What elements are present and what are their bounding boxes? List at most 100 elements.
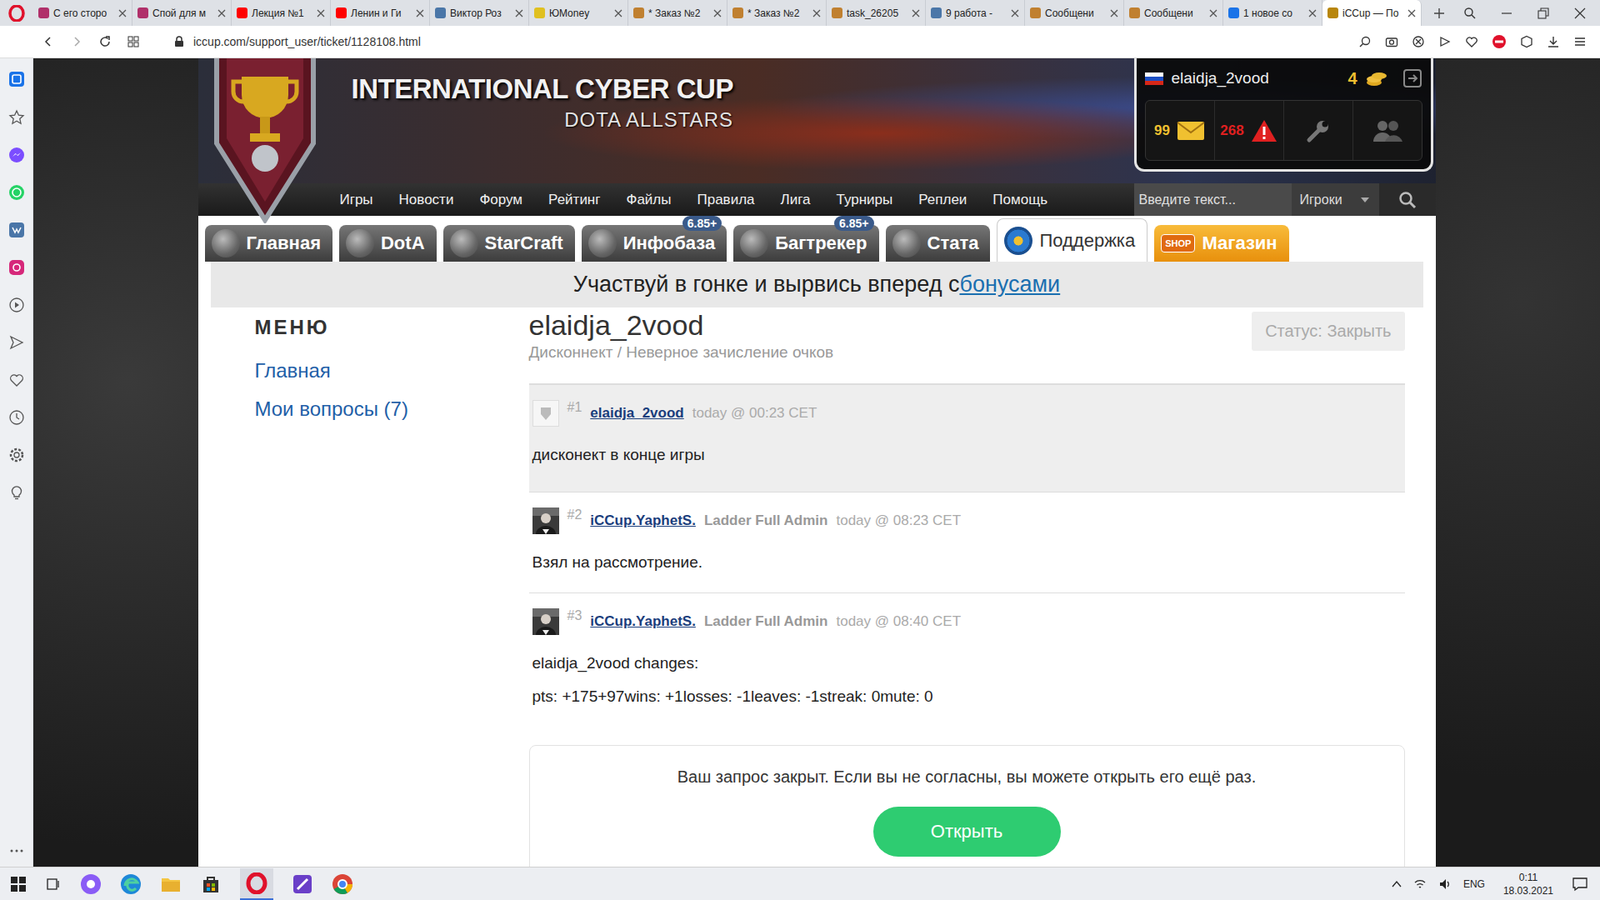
post-author[interactable]: iCCup.YaphetS.: [590, 512, 696, 530]
close-tab-icon[interactable]: [118, 9, 127, 18]
input-language[interactable]: ENG: [1463, 878, 1485, 890]
nav-item[interactable]: Форум: [479, 191, 523, 209]
section-tab[interactable]: Багтрекер 6.85+: [733, 225, 879, 262]
menu-item[interactable]: Мои вопросы (7): [255, 397, 530, 421]
browser-tab[interactable]: Спой для м: [132, 0, 232, 26]
logout-icon[interactable]: [1402, 68, 1423, 89]
browser-tab[interactable]: ЮMoney: [529, 0, 629, 26]
close-tab-icon[interactable]: [911, 9, 920, 18]
promo-link[interactable]: бонусами: [959, 271, 1060, 298]
browser-tab[interactable]: 9 работа -: [925, 0, 1025, 26]
search-tabs-icon[interactable]: [1463, 6, 1477, 20]
section-tab[interactable]: SHOP Магазин: [1154, 225, 1289, 262]
nav-item[interactable]: Новости: [399, 191, 455, 209]
section-tab[interactable]: Инфобаза 6.85+: [581, 225, 727, 262]
close-tab-icon[interactable]: [415, 9, 425, 18]
close-window-icon[interactable]: [1573, 6, 1587, 20]
browser-tab[interactable]: iCCup — По: [1322, 0, 1422, 26]
menu-item[interactable]: Главная: [255, 359, 530, 383]
nav-item[interactable]: Игры: [340, 191, 374, 209]
search-button[interactable]: [1379, 183, 1436, 216]
bookmarks-icon[interactable]: [8, 371, 25, 389]
home-icon[interactable]: [7, 70, 26, 89]
flow-icon[interactable]: [8, 334, 25, 351]
browser-tab[interactable]: Ленин и Ги: [330, 0, 430, 26]
avatar-placeholder-icon[interactable]: [532, 400, 560, 427]
extension-icon[interactable]: [1520, 35, 1534, 49]
browser-tab[interactable]: * Заказ №2: [628, 0, 728, 26]
clock[interactable]: 0:11 18.03.2021: [1496, 870, 1560, 898]
section-tab[interactable]: DotA: [339, 225, 437, 262]
browser-tab[interactable]: task_26205: [826, 0, 926, 26]
windows-start-icon[interactable]: [10, 875, 27, 893]
block-icon[interactable]: [1411, 35, 1425, 49]
close-tab-icon[interactable]: [1010, 9, 1020, 18]
close-tab-icon[interactable]: [1308, 9, 1317, 18]
nav-item[interactable]: Помощь: [992, 191, 1048, 209]
minimize-icon[interactable]: [1500, 6, 1514, 20]
settings-icon[interactable]: [8, 446, 25, 464]
close-tab-icon[interactable]: [515, 9, 524, 18]
avatar-photo-icon[interactable]: [532, 507, 560, 535]
opera-logo-icon[interactable]: [0, 0, 34, 26]
forward-icon[interactable]: [70, 35, 84, 49]
nav-item[interactable]: Рейтинг: [548, 191, 600, 209]
player-icon[interactable]: [1438, 35, 1452, 49]
task-view-icon[interactable]: [45, 875, 62, 893]
friends-link[interactable]: [1353, 100, 1422, 160]
post-author[interactable]: elaidja_2vood: [590, 405, 684, 422]
instagram-icon[interactable]: [8, 259, 25, 276]
section-tab[interactable]: Главная: [205, 225, 333, 262]
reload-icon[interactable]: [98, 35, 112, 49]
browser-tab[interactable]: 1 новое со: [1223, 0, 1323, 26]
search-input[interactable]: Введите текст...: [1134, 183, 1292, 216]
volume-icon[interactable]: [1438, 877, 1452, 891]
wifi-icon[interactable]: [1413, 877, 1427, 891]
messages-counter[interactable]: 99: [1145, 100, 1215, 160]
nav-item[interactable]: Лига: [780, 191, 811, 209]
iccup-shield-logo-icon[interactable]: [210, 58, 320, 224]
browser-tab[interactable]: Лекция №1: [231, 0, 331, 26]
close-tab-icon[interactable]: [217, 9, 226, 18]
section-tab[interactable]: Стата: [885, 225, 991, 262]
bulb-icon[interactable]: [8, 484, 25, 501]
coins-icon[interactable]: [1365, 69, 1388, 88]
browser-tab[interactable]: С его сторо: [33, 0, 133, 26]
zoom-icon[interactable]: [1358, 35, 1372, 49]
nav-item[interactable]: Турниры: [835, 191, 893, 209]
vk-icon[interactable]: [8, 221, 25, 239]
reopen-button[interactable]: Открыть: [873, 806, 1061, 857]
search-scope-dropdown[interactable]: Игроки: [1291, 183, 1380, 216]
close-tab-icon[interactable]: [1407, 9, 1416, 18]
nav-item[interactable]: Реплеи: [918, 191, 967, 209]
explorer-icon[interactable]: [160, 873, 182, 895]
post-author[interactable]: iCCup.YaphetS.: [590, 613, 696, 630]
history-icon[interactable]: [8, 409, 25, 426]
new-tab-icon[interactable]: [1433, 7, 1445, 20]
username[interactable]: elaidja_2vood: [1171, 69, 1340, 88]
whatsapp-icon[interactable]: [8, 184, 25, 201]
close-tab-icon[interactable]: [713, 9, 722, 18]
player-icon[interactable]: [8, 296, 25, 314]
heart-icon[interactable]: [1465, 35, 1479, 49]
close-tab-icon[interactable]: [614, 9, 623, 18]
section-tab[interactable]: StarCraft: [443, 225, 575, 262]
star-icon[interactable]: [8, 109, 25, 126]
edge-icon[interactable]: [120, 873, 142, 895]
back-icon[interactable]: [41, 35, 55, 49]
close-tab-icon[interactable]: [1110, 9, 1119, 18]
close-tab-icon[interactable]: [316, 9, 325, 18]
warnings-counter[interactable]: 268: [1215, 100, 1285, 160]
section-tab[interactable]: Поддержка: [996, 218, 1148, 262]
alice-icon[interactable]: [80, 873, 102, 895]
avatar-photo-icon[interactable]: [532, 608, 560, 635]
download-icon[interactable]: [1546, 35, 1560, 49]
menu-icon[interactable]: [1573, 35, 1587, 49]
speed-dial-icon[interactable]: [126, 35, 140, 49]
tray-expand-icon[interactable]: [1391, 879, 1402, 890]
chrome-icon[interactable]: [331, 873, 354, 895]
nav-item[interactable]: Файлы: [625, 191, 671, 209]
status-button[interactable]: Статус: Закрыть: [1251, 311, 1405, 351]
browser-tab[interactable]: * Заказ №2: [727, 0, 827, 26]
restore-icon[interactable]: [1536, 6, 1550, 20]
